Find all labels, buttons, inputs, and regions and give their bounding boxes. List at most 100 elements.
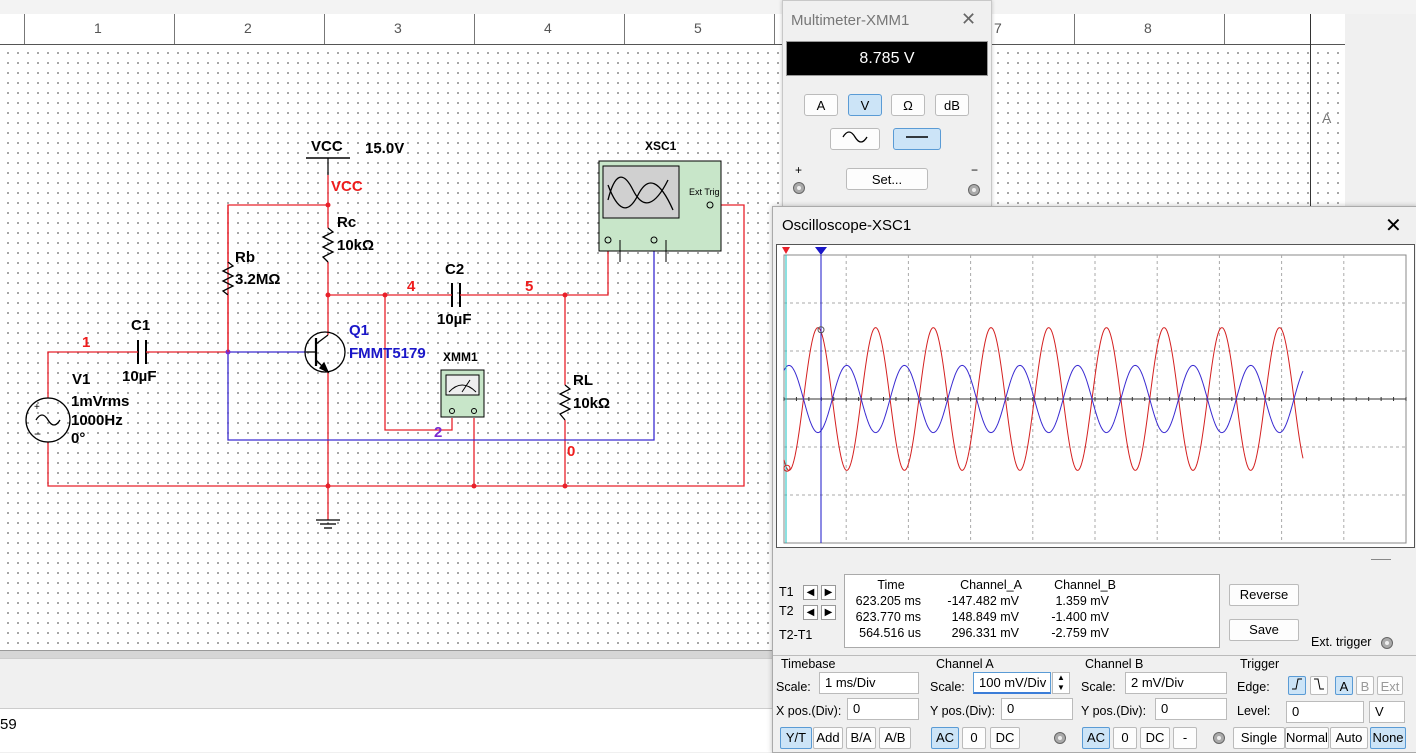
- t2-left-arrow-icon[interactable]: ◀: [803, 605, 818, 620]
- ruler-column-7: 7: [994, 20, 1002, 36]
- v1-phase: 0°: [71, 430, 86, 447]
- cursor-t2-marker-icon: [815, 247, 827, 255]
- v1-frequency: 1000Hz: [71, 412, 123, 429]
- trigger-auto-button[interactable]: Auto: [1330, 727, 1368, 749]
- channel-a-dc-button[interactable]: DC: [990, 727, 1020, 749]
- spreadsheet-view: [0, 658, 775, 709]
- dc-mode-button[interactable]: [893, 128, 941, 150]
- xsc1-instrument: [598, 160, 722, 262]
- row2-time: 623.770 ms: [855, 610, 921, 624]
- row-label-a: A: [1322, 110, 1332, 126]
- rising-edge-icon[interactable]: [1288, 676, 1306, 695]
- q1-name: Q1: [349, 322, 370, 339]
- a-over-b-button[interactable]: A/B: [879, 727, 911, 749]
- channel-a-scale-field[interactable]: 100 mV/Div: [973, 672, 1051, 694]
- t2-label: T2: [779, 604, 794, 618]
- channel-a-ac-button[interactable]: AC: [931, 727, 959, 749]
- channel-a-scale-label: Scale:: [930, 680, 965, 694]
- t1-right-arrow-icon[interactable]: ▶: [821, 585, 836, 600]
- t2-right-arrow-icon[interactable]: ▶: [821, 605, 836, 620]
- ruler-tick: [774, 14, 775, 44]
- vcc-net-label: VCC: [331, 178, 363, 195]
- xmm1-name: XMM1: [443, 350, 478, 364]
- channel-b-dc-button[interactable]: DC: [1140, 727, 1170, 749]
- close-icon[interactable]: ✕: [1385, 213, 1402, 238]
- timebase-xpos-label: X pos.(Div):: [776, 704, 842, 718]
- resize-grip[interactable]: [1371, 559, 1391, 560]
- ext-trigger-terminal[interactable]: [1381, 637, 1393, 649]
- mode-ammeter-button[interactable]: A: [804, 94, 838, 116]
- channel-b-minus-button[interactable]: -: [1173, 727, 1197, 749]
- row1-a: -147.482 mV: [947, 594, 1019, 608]
- svg-text:+: +: [34, 402, 40, 413]
- net-4-label: 4: [407, 278, 416, 295]
- ruler-column-1: 1: [94, 20, 102, 36]
- channel-b-ac-button[interactable]: AC: [1082, 727, 1110, 749]
- falling-edge-icon[interactable]: [1310, 676, 1328, 695]
- timebase-xpos-field[interactable]: 0: [847, 698, 919, 720]
- settings-button[interactable]: Set...: [846, 168, 928, 190]
- row1-time: 623.205 ms: [855, 594, 921, 608]
- mode-ohmmeter-button[interactable]: Ω: [891, 94, 925, 116]
- v1-name: V1: [72, 371, 91, 388]
- channel-b-zero-button[interactable]: 0: [1113, 727, 1137, 749]
- ruler-tick: [1074, 14, 1075, 44]
- trigger-none-button[interactable]: None: [1370, 727, 1406, 749]
- ruler-column-4: 4: [544, 20, 552, 36]
- header-channel-b: Channel_B: [1054, 578, 1116, 592]
- rl-resistor: [558, 384, 572, 421]
- row3-b: -2.759 mV: [1051, 626, 1109, 640]
- timebase-scale-field[interactable]: 1 ms/Div: [819, 672, 919, 694]
- add-button[interactable]: Add: [813, 727, 843, 749]
- trigger-level-label: Level:: [1237, 704, 1271, 718]
- cursor-readout-table: Time Channel_A Channel_B 623.205 ms -147…: [844, 574, 1220, 648]
- channel-a-scale-spinner[interactable]: ▲ ▼: [1052, 672, 1070, 694]
- trigger-source-b[interactable]: B: [1356, 676, 1374, 695]
- positive-terminal[interactable]: [793, 182, 805, 194]
- header-channel-a: Channel_A: [960, 578, 1022, 592]
- trigger-source-a[interactable]: A: [1335, 676, 1353, 695]
- channel-b-scale-field[interactable]: 2 mV/Div: [1125, 672, 1227, 694]
- row1-b: 1.359 mV: [1055, 594, 1109, 608]
- mode-decibel-button[interactable]: dB: [935, 94, 969, 116]
- trigger-level-unit[interactable]: V: [1369, 701, 1405, 723]
- yt-button[interactable]: Y/T: [780, 727, 812, 749]
- channel-b-ypos-field[interactable]: 0: [1155, 698, 1227, 720]
- oscilloscope-screen[interactable]: [776, 244, 1415, 548]
- ruler-tick: [1224, 14, 1225, 44]
- sine-wave-icon: [842, 131, 868, 143]
- ac-mode-button[interactable]: [830, 128, 880, 150]
- b-over-a-button[interactable]: B/A: [846, 727, 876, 749]
- multimeter-window[interactable]: Multimeter-XMM1 ✕ 8.785 V A V Ω dB + − S…: [782, 0, 992, 207]
- channel-a-terminal[interactable]: [1054, 732, 1066, 744]
- rc-resistor: [321, 227, 335, 263]
- q1-model: FMMT5179: [349, 345, 426, 362]
- save-button[interactable]: Save: [1229, 619, 1299, 641]
- ruler-column-3: 3: [394, 20, 402, 36]
- rc-value: 10kΩ: [337, 237, 375, 254]
- channel-a-ypos-field[interactable]: 0: [1001, 698, 1073, 720]
- trigger-single-button[interactable]: Single: [1233, 727, 1285, 749]
- ruler-column-2: 2: [244, 20, 252, 36]
- timebase-title: Timebase: [781, 657, 836, 671]
- v1-source: [25, 397, 71, 443]
- trigger-source-ext[interactable]: Ext: [1377, 676, 1403, 695]
- channel-a-zero-button[interactable]: 0: [962, 727, 986, 749]
- channel-b-terminal[interactable]: [1213, 732, 1225, 744]
- timebase-scale-label: Scale:: [776, 680, 811, 694]
- rc-name: Rc: [337, 214, 357, 231]
- trigger-normal-button[interactable]: Normal: [1285, 727, 1329, 749]
- mode-voltmeter-button[interactable]: V: [848, 94, 882, 116]
- oscilloscope-window[interactable]: Oscilloscope-XSC1 ✕ T1 ◀ ▶ T2 ◀ ▶ T2-T1 …: [772, 206, 1416, 753]
- close-icon[interactable]: ✕: [961, 9, 976, 30]
- reverse-button[interactable]: Reverse: [1229, 584, 1299, 606]
- vcc-value: 15.0V: [365, 140, 405, 157]
- ruler-tick: [324, 14, 325, 44]
- negative-terminal[interactable]: [968, 184, 980, 196]
- xmm1-instrument: [440, 369, 485, 418]
- t1-left-arrow-icon[interactable]: ◀: [803, 585, 818, 600]
- multimeter-display: 8.785 V: [786, 41, 988, 76]
- status-number: 59: [0, 716, 17, 733]
- trigger-level-field[interactable]: 0: [1286, 701, 1364, 723]
- q1-transistor: [304, 331, 346, 374]
